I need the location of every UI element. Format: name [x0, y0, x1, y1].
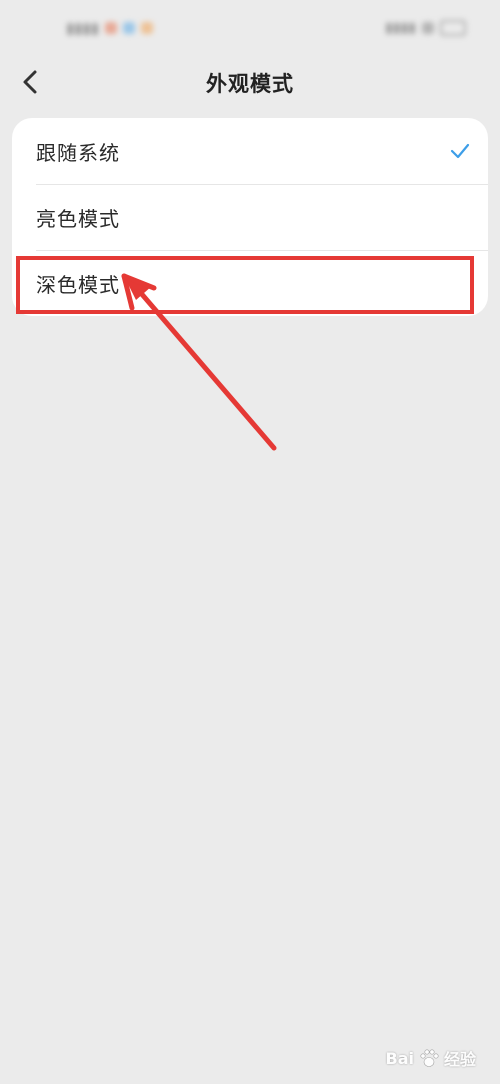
battery-icon	[440, 20, 466, 36]
watermark: Bai 经验	[386, 1046, 477, 1070]
notification-icon	[141, 22, 154, 34]
paw-icon	[420, 1049, 439, 1067]
appearance-options-list: 跟随系统 亮色模式 深色模式	[12, 118, 488, 316]
status-time-blurred: ▮▮▮▮	[66, 19, 100, 37]
option-label: 跟随系统	[36, 140, 120, 165]
network-speed-blurred: ▮▮▮▮	[385, 20, 416, 36]
checkmark-icon	[450, 143, 470, 159]
option-dark-mode[interactable]: 深色模式	[12, 250, 488, 316]
watermark-brand-left: Bai	[385, 1048, 414, 1068]
page-title: 外观模式	[206, 72, 294, 96]
notification-icon	[105, 22, 118, 34]
option-light-mode[interactable]: 亮色模式	[12, 184, 488, 250]
status-left: ▮▮▮▮	[66, 19, 154, 37]
wifi-icon	[422, 22, 434, 34]
option-label: 亮色模式	[36, 206, 120, 231]
option-follow-system[interactable]: 跟随系统	[12, 118, 488, 184]
status-right: ▮▮▮▮	[385, 20, 466, 36]
notification-icon	[123, 22, 136, 34]
option-label: 深色模式	[36, 272, 120, 297]
status-bar: ▮▮▮▮ ▮▮▮▮	[0, 0, 500, 56]
watermark-brand-right: 经验	[443, 1050, 476, 1069]
header: 外观模式	[0, 56, 500, 108]
